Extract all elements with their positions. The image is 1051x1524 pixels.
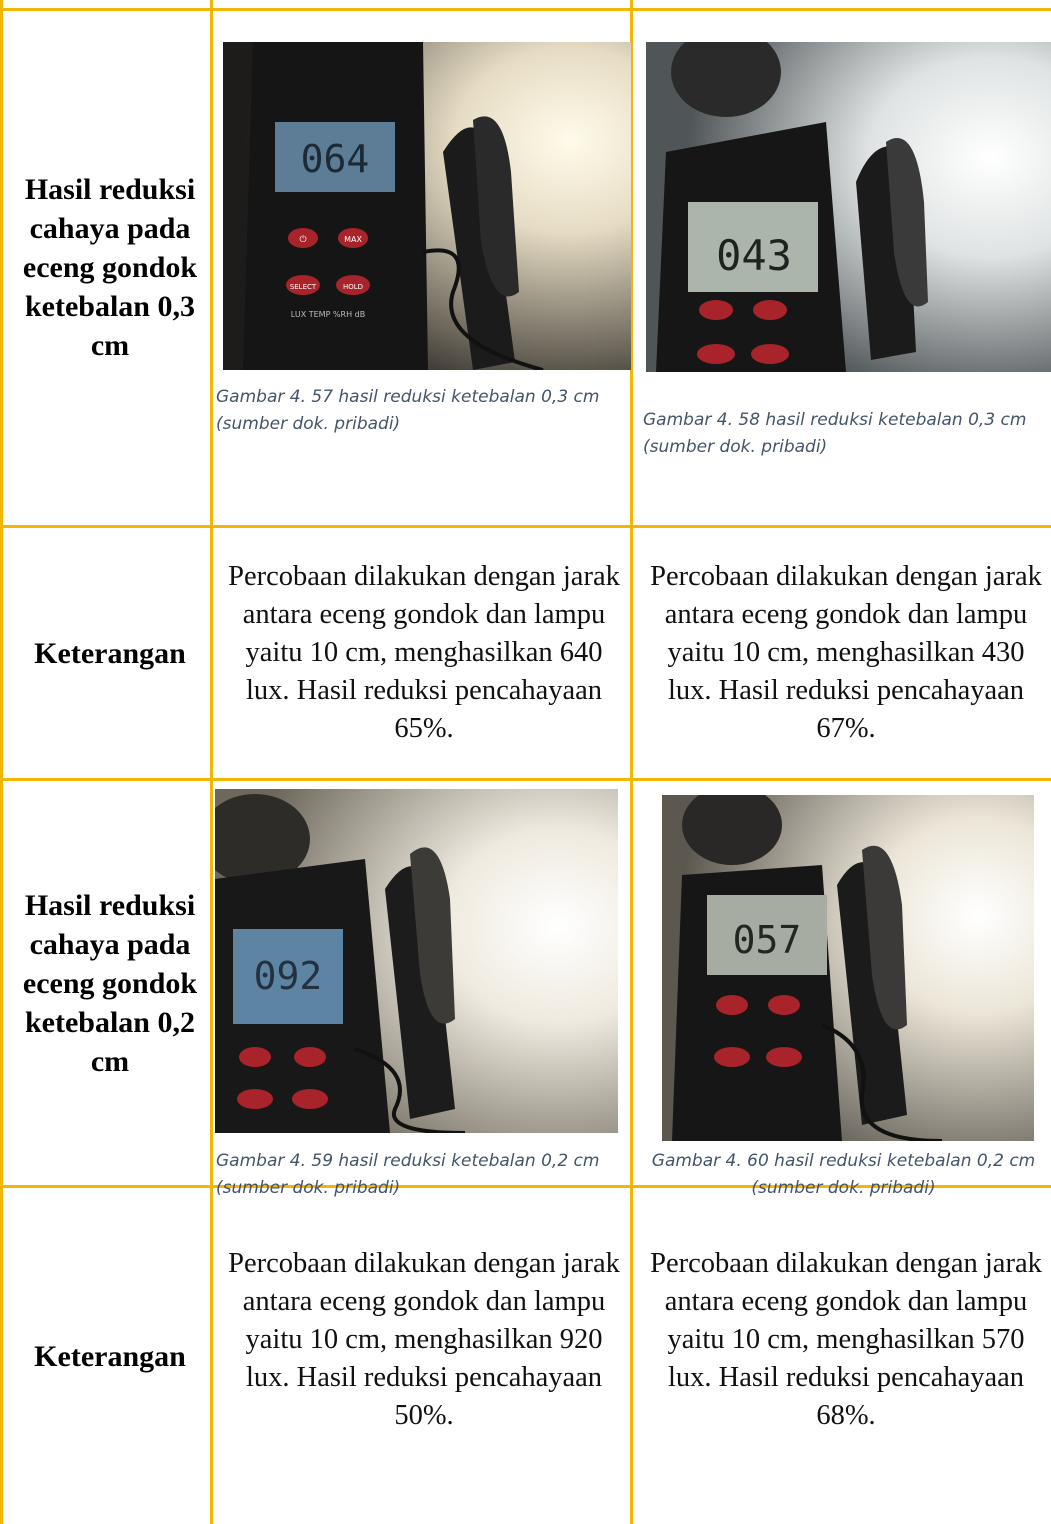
description-text: Percobaan dilakukan dengan jarak antara … (650, 561, 1042, 744)
row-header-text: Hasil reduksi cahaya pada eceng gondok k… (22, 173, 198, 362)
row-header-thickness-03: Hasil reduksi cahaya pada eceng gondok k… (14, 11, 206, 524)
meter-photo: 043 (646, 42, 1051, 372)
max-label: MAX (344, 235, 362, 244)
meter-photo: 064 ⏻ MAX SELECT HOLD LUX TEMP %RH dB (223, 42, 631, 370)
meter-display: 092 (254, 954, 323, 998)
description-text: Percobaan dilakukan dengan jarak antara … (228, 1248, 620, 1431)
figure-caption: Gambar 4. 58 hasil reduksi ketebalan 0,3… (643, 410, 1027, 457)
select-label: SELECT (290, 283, 317, 291)
meter-display: 057 (733, 918, 802, 962)
light-meter-image: 043 (646, 42, 1051, 372)
light-meter-image: 092 (215, 789, 618, 1133)
light-meter-image: 057 (662, 795, 1034, 1141)
figure-caption: Gambar 4. 57 hasil reduksi ketebalan 0,3… (216, 387, 600, 434)
modes-label: LUX TEMP %RH dB (291, 310, 365, 319)
row-header-thickness-02: Hasil reduksi cahaya pada eceng gondok k… (14, 781, 206, 1185)
meter-display: 064 (301, 137, 370, 181)
description-cell: Percobaan dilakukan dengan jarak antara … (644, 1188, 1048, 1492)
table-border-col1 (210, 0, 213, 1524)
row-header-keterangan: Keterangan (14, 1188, 206, 1524)
power-label: ⏻ (299, 234, 306, 245)
description-text: Percobaan dilakukan dengan jarak antara … (650, 1248, 1042, 1431)
light-meter-image: 064 ⏻ MAX SELECT HOLD LUX TEMP %RH dB (223, 42, 631, 370)
row-header-text: Hasil reduksi cahaya pada eceng gondok k… (22, 888, 198, 1078)
meter-display: 043 (716, 231, 792, 280)
description-cell: Percobaan dilakukan dengan jarak antara … (644, 528, 1048, 778)
table-border-left (0, 0, 3, 1524)
hold-label: HOLD (343, 283, 363, 291)
row-header-text: Keterangan (34, 1339, 186, 1373)
meter-photo: 057 (662, 795, 1034, 1141)
row-header-keterangan: Keterangan (14, 528, 206, 778)
meter-photo: 092 (215, 789, 618, 1133)
description-cell: Percobaan dilakukan dengan jarak antara … (224, 528, 624, 778)
description-text: Percobaan dilakukan dengan jarak antara … (228, 561, 620, 744)
row-header-text: Keterangan (34, 636, 186, 670)
description-cell: Percobaan dilakukan dengan jarak antara … (224, 1188, 624, 1492)
